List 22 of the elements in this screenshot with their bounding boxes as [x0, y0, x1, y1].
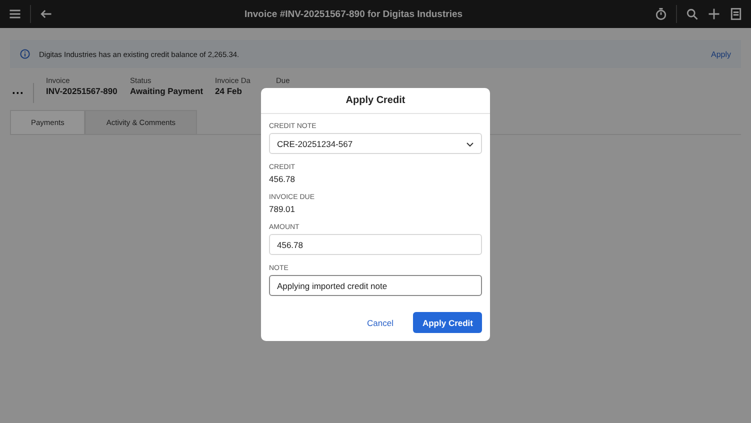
plus-icon[interactable] — [707, 7, 721, 21]
document-icon[interactable] — [729, 7, 743, 21]
page-title: Invoice #INV-20251567-890 for Digitas Industries — [243, 8, 464, 20]
more-menu[interactable]: ··· — [12, 83, 34, 103]
dialog-title: Apply Credit — [346, 95, 406, 106]
credit-value: 456.78 — [269, 174, 296, 184]
cancel-button[interactable]: Cancel — [361, 316, 400, 328]
info-icon — [20, 49, 30, 59]
search-icon[interactable] — [685, 7, 699, 21]
menu-icon[interactable] — [8, 7, 22, 21]
invoice-due-value: 789.01 — [269, 204, 296, 214]
apply-link[interactable]: Apply — [710, 50, 731, 58]
amount-field[interactable]: 456.78 — [269, 234, 482, 255]
credit-note-select[interactable]: CRE-20251234-567 — [269, 133, 482, 154]
field-value: Awaiting Payment — [130, 86, 204, 96]
note-field[interactable]: Applying imported credit note — [269, 275, 482, 296]
field-value: INV-20251567-890 — [46, 86, 118, 96]
back-arrow-icon[interactable] — [39, 7, 53, 21]
stopwatch-icon[interactable] — [654, 7, 668, 21]
chevron-down-icon — [466, 140, 474, 148]
field-value: 24 Feb — [215, 86, 243, 96]
apply-credit-button[interactable]: Apply Credit — [413, 312, 482, 333]
